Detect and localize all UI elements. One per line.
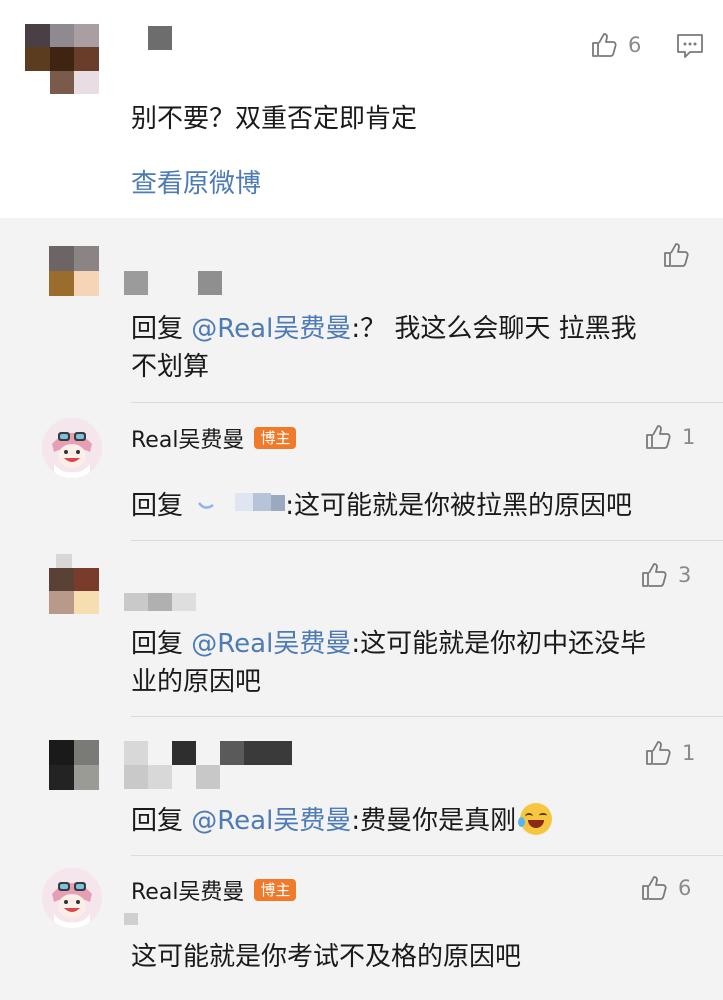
- like-button[interactable]: 3: [640, 560, 691, 590]
- like-button[interactable]: 6: [590, 30, 641, 60]
- laugh-cry-emoji-icon: [518, 803, 553, 835]
- comment-icon[interactable]: [676, 33, 704, 63]
- username-blurred[interactable]: [148, 26, 172, 50]
- like-count: 1: [682, 425, 696, 449]
- avatar[interactable]: [25, 24, 99, 94]
- reply-text: 回复 @Real吴费曼:费曼你是真刚: [131, 802, 553, 840]
- reply-prefix: 回复: [131, 314, 192, 344]
- username[interactable]: Real吴费曼 博主: [131, 874, 297, 906]
- reply-text: 回复 :这可能就是你被拉黑的原因吧: [131, 487, 632, 526]
- reply-body: :？ 我这么会聊天 拉黑我: [351, 314, 637, 344]
- like-count: 6: [678, 876, 692, 900]
- thumbs-up-icon: [646, 425, 671, 449]
- avatar[interactable]: [42, 418, 102, 478]
- avatar[interactable]: [42, 868, 102, 928]
- divider: [131, 540, 723, 541]
- like-button[interactable]: [662, 240, 692, 270]
- reply-text: 这可能就是你考试不及格的原因吧: [131, 942, 522, 972]
- reply-body: :费曼你是真刚: [351, 806, 517, 836]
- reply-text: 回复 @Real吴费曼:这可能就是你初中还没毕 业的原因吧: [131, 625, 701, 701]
- username-blurred[interactable]: [124, 593, 196, 611]
- username-text: Real吴费曼: [131, 428, 245, 453]
- reply-prefix: 回复: [131, 629, 192, 659]
- reply-body-continued: 不划算: [131, 352, 210, 382]
- avatar-fragment: [56, 554, 72, 568]
- reply-body: :这可能就是你初中还没毕: [351, 629, 647, 659]
- like-count: 3: [678, 563, 692, 587]
- divider: [131, 855, 723, 856]
- mention-blurred[interactable]: [191, 488, 286, 526]
- like-count: 1: [682, 741, 696, 765]
- like-button[interactable]: 6: [640, 873, 691, 903]
- top-comment: 6 别不要？双重否定即肯定 查看原微博: [0, 0, 723, 218]
- reply-body: :这可能就是你被拉黑的原因吧: [285, 491, 633, 521]
- username-blurred[interactable]: [124, 741, 304, 789]
- username-blurred[interactable]: [124, 271, 222, 295]
- divider: [131, 716, 723, 717]
- avatar[interactable]: [49, 246, 99, 296]
- thumbs-up-icon: [642, 563, 667, 587]
- mention-link[interactable]: @Real吴费曼: [191, 314, 351, 344]
- username[interactable]: Real吴费曼 博主: [131, 422, 297, 454]
- thumbs-up-icon: [664, 243, 689, 267]
- reply-prefix: 回复: [131, 491, 192, 521]
- avatar[interactable]: [49, 568, 99, 614]
- thumbs-up-icon: [642, 876, 667, 900]
- author-badge: 博主: [254, 427, 297, 449]
- mention-link[interactable]: @Real吴费曼: [191, 806, 351, 836]
- reply-text: 回复 @Real吴费曼:？ 我这么会聊天 拉黑我 不划算: [131, 310, 691, 386]
- view-original-weibo-link[interactable]: 查看原微博: [131, 163, 261, 200]
- reply-body-continued: 业的原因吧: [131, 667, 262, 697]
- username-text: Real吴费曼: [131, 880, 245, 905]
- divider: [131, 402, 723, 403]
- comment-text: 别不要？双重否定即肯定: [131, 104, 418, 134]
- avatar[interactable]: [49, 740, 99, 790]
- blurred-fragment: [124, 913, 138, 925]
- thumbs-up-icon: [592, 33, 617, 57]
- thumbs-up-icon: [646, 741, 671, 765]
- author-badge: 博主: [254, 879, 297, 901]
- like-count: 6: [628, 33, 642, 57]
- mention-link[interactable]: @Real吴费曼: [191, 629, 351, 659]
- reply-prefix: 回复: [131, 806, 192, 836]
- like-button[interactable]: 1: [644, 422, 695, 452]
- like-button[interactable]: 1: [644, 738, 695, 768]
